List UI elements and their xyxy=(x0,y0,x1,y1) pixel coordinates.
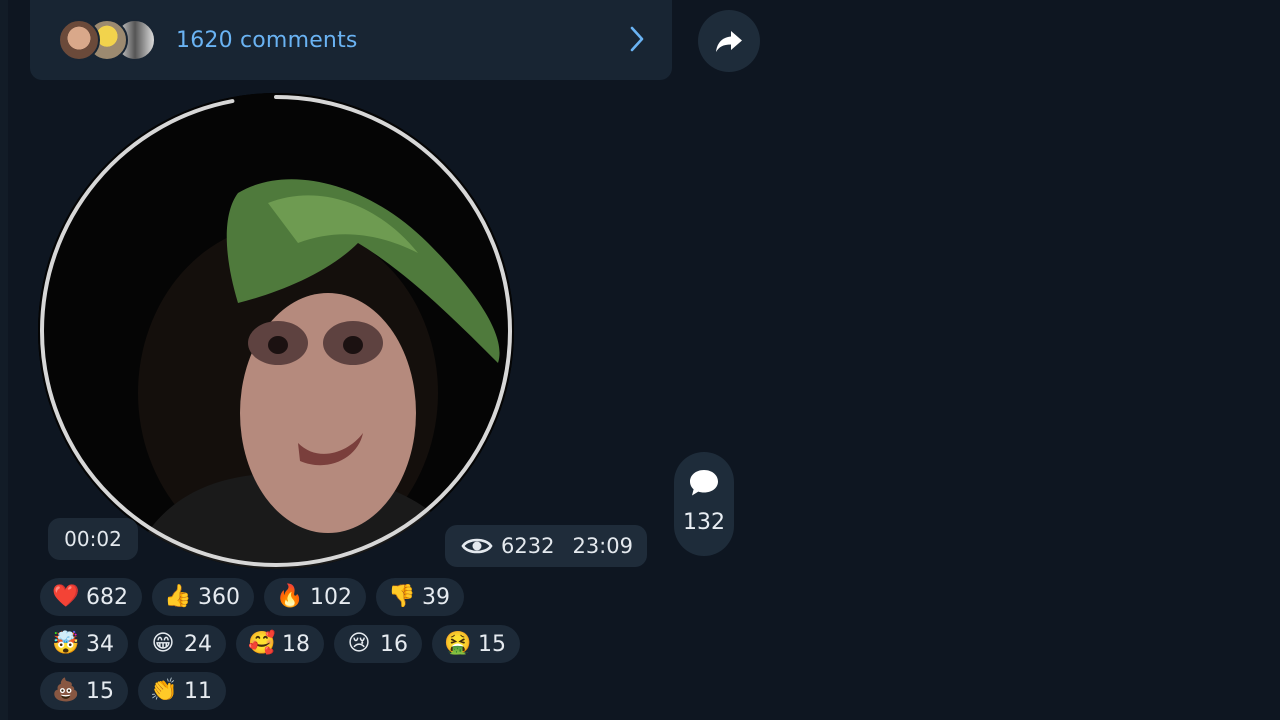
comment-bubble-icon xyxy=(690,470,718,496)
reaction-heart[interactable]: ❤️ 682 xyxy=(40,578,142,616)
thumbs-up-icon: 👍 xyxy=(164,584,192,609)
reaction-crying[interactable]: 😢 16 xyxy=(334,625,422,663)
message-meta: 6232 23:09 xyxy=(445,525,647,567)
crying-icon: 😢 xyxy=(347,631,371,656)
reaction-count: 360 xyxy=(198,584,240,610)
reaction-hearts-face[interactable]: 🥰 18 xyxy=(236,625,324,663)
reactions: ❤️ 682 👍 360 🔥 102 👎 39 🤯 34 😁 24 🥰 18 😢 16 🤮 15 … xyxy=(40,578,530,719)
reaction-count: 24 xyxy=(184,631,212,657)
mind-blown-icon: 🤯 xyxy=(52,631,80,656)
reaction-count: 16 xyxy=(380,631,408,657)
avatar xyxy=(58,19,100,61)
reaction-clap[interactable]: 👏 11 xyxy=(138,672,226,710)
reaction-thumbs-up[interactable]: 👍 360 xyxy=(152,578,254,616)
share-button[interactable] xyxy=(698,10,760,72)
reaction-fire[interactable]: 🔥 102 xyxy=(264,578,366,616)
reaction-grin[interactable]: 😁 24 xyxy=(138,625,226,663)
share-arrow-icon xyxy=(716,31,742,52)
round-video-message[interactable] xyxy=(38,93,514,569)
reaction-count: 102 xyxy=(310,584,352,610)
reaction-row: 💩 15 👏 11 xyxy=(40,672,530,710)
reaction-poop[interactable]: 💩 15 xyxy=(40,672,128,710)
reaction-count: 39 xyxy=(422,584,450,610)
clap-icon: 👏 xyxy=(150,678,178,703)
reaction-mind-blown[interactable]: 🤯 34 xyxy=(40,625,128,663)
video-frame xyxy=(38,93,514,569)
thumbs-down-icon: 👎 xyxy=(388,584,416,609)
comments-reply-button[interactable]: 132 xyxy=(674,452,734,556)
heart-icon: ❤️ xyxy=(52,584,80,609)
reaction-count: 682 xyxy=(86,584,128,610)
views-eye-icon xyxy=(461,538,493,554)
vomit-icon: 🤮 xyxy=(444,631,472,656)
grin-icon: 😁 xyxy=(151,631,175,656)
smiling-hearts-icon: 🥰 xyxy=(248,631,276,656)
reaction-count: 11 xyxy=(184,678,212,704)
chat-left-edge xyxy=(0,0,8,720)
fire-icon: 🔥 xyxy=(276,584,304,609)
poop-icon: 💩 xyxy=(52,678,80,703)
reaction-row: 🤯 34 😁 24 🥰 18 😢 16 🤮 15 xyxy=(40,625,530,663)
chevron-right-icon xyxy=(630,26,644,52)
video-duration: 00:02 xyxy=(48,518,138,560)
comments-count-label: 1620 comments xyxy=(176,27,358,53)
message-time: 23:09 xyxy=(572,534,633,558)
reply-count: 132 xyxy=(683,510,725,535)
reaction-vomit[interactable]: 🤮 15 xyxy=(432,625,520,663)
reaction-count: 15 xyxy=(478,631,506,657)
reaction-count: 18 xyxy=(282,631,310,657)
comments-button[interactable]: 1620 comments xyxy=(30,0,672,80)
reaction-row: ❤️ 682 👍 360 🔥 102 👎 39 xyxy=(40,578,530,616)
reaction-thumbs-down[interactable]: 👎 39 xyxy=(376,578,464,616)
reaction-count: 15 xyxy=(86,678,114,704)
reaction-count: 34 xyxy=(86,631,114,657)
views-count: 6232 xyxy=(501,534,555,558)
commenter-avatars xyxy=(58,19,156,61)
